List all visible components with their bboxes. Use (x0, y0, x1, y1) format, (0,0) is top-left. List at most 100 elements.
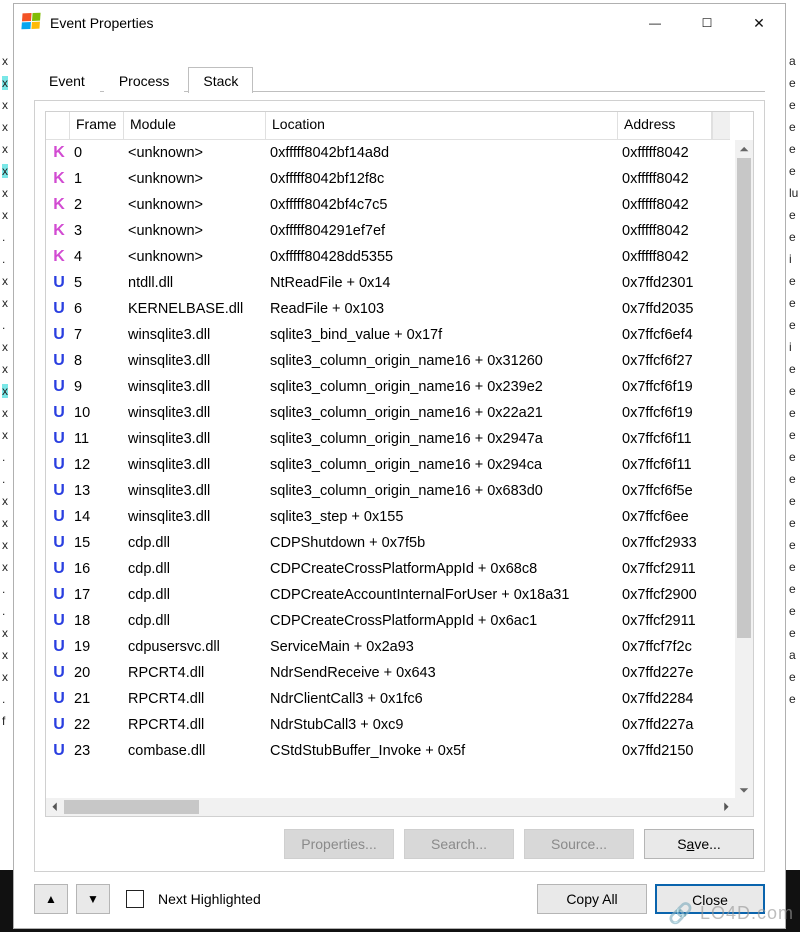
search-button: Search... (404, 829, 514, 859)
cell-frame: 11 (70, 431, 124, 447)
close-window-button[interactable]: ✕ (733, 5, 785, 41)
hscroll-thumb[interactable] (64, 800, 199, 814)
table-row[interactable]: U14winsqlite3.dllsqlite3_step + 0x1550x7… (46, 504, 735, 530)
table-row[interactable]: K3<unknown>0xfffff804291ef7ef0xfffff8042 (46, 218, 735, 244)
cell-module: winsqlite3.dll (124, 327, 266, 343)
next-highlighted-checkbox[interactable] (126, 890, 144, 908)
cell-address: 0x7ffd227a (618, 717, 712, 733)
cell-module: <unknown> (124, 223, 266, 239)
user-mode-icon: U (50, 482, 68, 500)
cell-address: 0x7ffd2284 (618, 691, 712, 707)
table-row[interactable]: U15cdp.dllCDPShutdown + 0x7f5b0x7ffcf293… (46, 530, 735, 556)
cell-address: 0x7ffcf6f27 (618, 353, 712, 369)
table-row[interactable]: K0<unknown>0xfffff8042bf14a8d0xfffff8042 (46, 140, 735, 166)
kernel-mode-icon: K (50, 144, 68, 162)
copy-all-button[interactable]: Copy All (537, 884, 647, 914)
scroll-right-icon[interactable]: ⏵ (717, 798, 735, 816)
user-mode-icon: U (50, 274, 68, 292)
table-row[interactable]: U16cdp.dllCDPCreateCrossPlatformAppId + … (46, 556, 735, 582)
cell-frame: 18 (70, 613, 124, 629)
vscroll-thumb[interactable] (737, 158, 751, 638)
tab-process[interactable]: Process (104, 67, 185, 93)
scroll-up-icon[interactable]: ⏶ (735, 140, 753, 158)
tab-stack[interactable]: Stack (188, 67, 253, 93)
cell-frame: 12 (70, 457, 124, 473)
cell-module: RPCRT4.dll (124, 717, 266, 733)
stack-listview[interactable]: Frame Module Location Address K0<unknown… (45, 111, 754, 817)
cell-address: 0x7ffd2035 (618, 301, 712, 317)
background-left-strip: xxxxxxxx..xx.xxxxx..xxxx..xxx.f (2, 50, 12, 932)
cell-location: sqlite3_column_origin_name16 + 0x31260 (266, 353, 618, 369)
properties-button: Properties... (284, 829, 394, 859)
cell-location: 0xfffff804291ef7ef (266, 223, 618, 239)
cell-location: CDPShutdown + 0x7f5b (266, 535, 618, 551)
cell-module: cdp.dll (124, 561, 266, 577)
table-row[interactable]: U13winsqlite3.dllsqlite3_column_origin_n… (46, 478, 735, 504)
cell-module: winsqlite3.dll (124, 483, 266, 499)
cell-address: 0xfffff8042 (618, 249, 712, 265)
table-row[interactable]: K1<unknown>0xfffff8042bf12f8c0xfffff8042 (46, 166, 735, 192)
cell-address: 0xfffff8042 (618, 223, 712, 239)
col-header-location[interactable]: Location (266, 112, 618, 140)
user-mode-icon: U (50, 560, 68, 578)
cell-frame: 4 (70, 249, 124, 265)
user-mode-icon: U (50, 430, 68, 448)
cell-address: 0x7ffcf6f19 (618, 405, 712, 421)
col-header-address[interactable]: Address (618, 112, 712, 140)
kernel-mode-icon: K (50, 170, 68, 188)
table-row[interactable]: U17cdp.dllCDPCreateAccountInternalForUse… (46, 582, 735, 608)
cell-frame: 3 (70, 223, 124, 239)
cell-location: sqlite3_column_origin_name16 + 0x239e2 (266, 379, 618, 395)
table-row[interactable]: K2<unknown>0xfffff8042bf4c7c50xfffff8042 (46, 192, 735, 218)
cell-module: <unknown> (124, 171, 266, 187)
minimize-button[interactable]: ― (629, 5, 681, 41)
table-row[interactable]: U23combase.dllCStdStubBuffer_Invoke + 0x… (46, 738, 735, 764)
user-mode-icon: U (50, 508, 68, 526)
cell-module: RPCRT4.dll (124, 665, 266, 681)
cell-module: winsqlite3.dll (124, 431, 266, 447)
col-header-blank[interactable] (46, 112, 70, 140)
table-row[interactable]: U5ntdll.dllNtReadFile + 0x140x7ffd2301 (46, 270, 735, 296)
save-button[interactable]: Save... (644, 829, 754, 859)
maximize-button[interactable]: ☐ (681, 5, 733, 41)
watermark-text: LO4D.com (700, 903, 794, 924)
tab-event[interactable]: Event (34, 67, 100, 93)
user-mode-icon: U (50, 664, 68, 682)
vertical-scrollbar[interactable]: ⏶ ⏷ (735, 140, 753, 799)
table-row[interactable]: U6KERNELBASE.dllReadFile + 0x1030x7ffd20… (46, 296, 735, 322)
table-row[interactable]: U10winsqlite3.dllsqlite3_column_origin_n… (46, 400, 735, 426)
user-mode-icon: U (50, 612, 68, 630)
cell-frame: 7 (70, 327, 124, 343)
cell-module: <unknown> (124, 145, 266, 161)
cell-frame: 21 (70, 691, 124, 707)
table-row[interactable]: K4<unknown>0xfffff80428dd53550xfffff8042 (46, 244, 735, 270)
table-row[interactable]: U19cdpusersvc.dllServiceMain + 0x2a930x7… (46, 634, 735, 660)
table-row[interactable]: U22RPCRT4.dllNdrStubCall3 + 0xc90x7ffd22… (46, 712, 735, 738)
cell-frame: 9 (70, 379, 124, 395)
table-row[interactable]: U18cdp.dllCDPCreateCrossPlatformAppId + … (46, 608, 735, 634)
table-row[interactable]: U21RPCRT4.dllNdrClientCall3 + 0x1fc60x7f… (46, 686, 735, 712)
col-header-frame[interactable]: Frame (70, 112, 124, 140)
table-row[interactable]: U7winsqlite3.dllsqlite3_bind_value + 0x1… (46, 322, 735, 348)
next-event-button[interactable]: ▼ (76, 884, 110, 914)
window-title: Event Properties (50, 15, 154, 31)
stack-panel: Frame Module Location Address K0<unknown… (34, 100, 765, 872)
background-right-strip: aeeeeelueeieeeieeeeeeeeeeeeeaee (789, 50, 799, 932)
scroll-left-icon[interactable]: ⏴ (46, 798, 64, 816)
table-row[interactable]: U8winsqlite3.dllsqlite3_column_origin_na… (46, 348, 735, 374)
cell-frame: 5 (70, 275, 124, 291)
horizontal-scrollbar[interactable]: ⏴ ⏵ (46, 798, 753, 816)
table-row[interactable]: U11winsqlite3.dllsqlite3_column_origin_n… (46, 426, 735, 452)
table-row[interactable]: U20RPCRT4.dllNdrSendReceive + 0x6430x7ff… (46, 660, 735, 686)
list-rows[interactable]: K0<unknown>0xfffff8042bf14a8d0xfffff8042… (46, 140, 735, 799)
cell-module: KERNELBASE.dll (124, 301, 266, 317)
table-row[interactable]: U12winsqlite3.dllsqlite3_column_origin_n… (46, 452, 735, 478)
prev-event-button[interactable]: ▲ (34, 884, 68, 914)
user-mode-icon: U (50, 534, 68, 552)
col-header-module[interactable]: Module (124, 112, 266, 140)
scroll-down-icon[interactable]: ⏷ (735, 781, 753, 799)
cell-module: cdp.dll (124, 535, 266, 551)
kernel-mode-icon: K (50, 248, 68, 266)
user-mode-icon: U (50, 352, 68, 370)
table-row[interactable]: U9winsqlite3.dllsqlite3_column_origin_na… (46, 374, 735, 400)
